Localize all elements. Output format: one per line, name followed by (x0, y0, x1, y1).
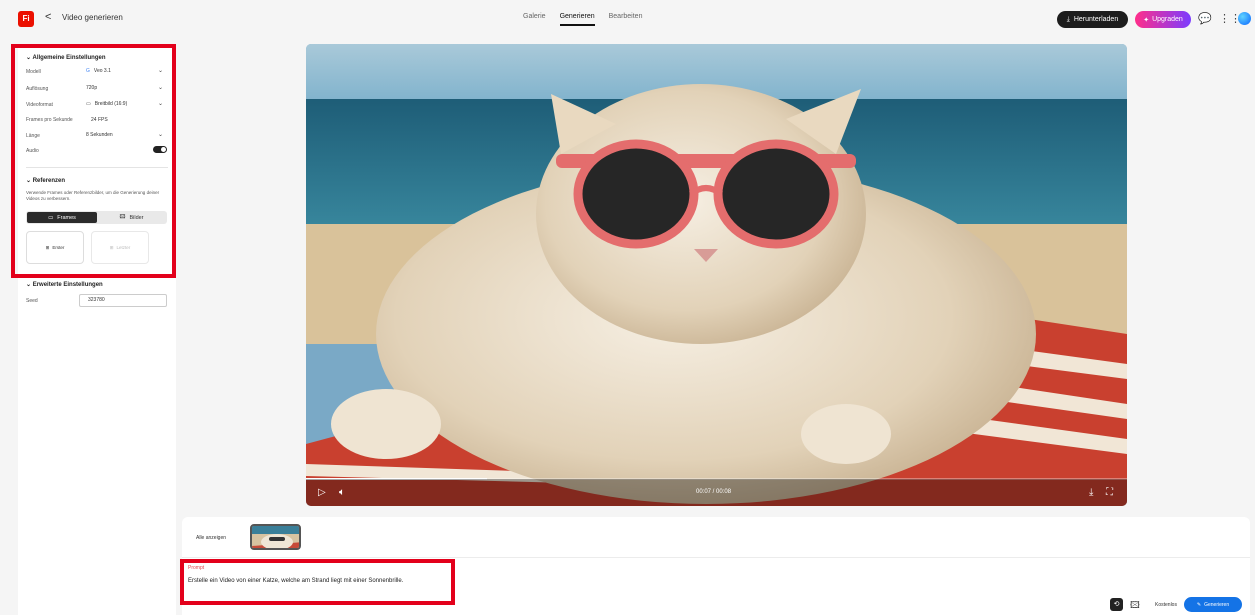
top-bar: Fi < Video generieren Galerie Generieren… (0, 0, 1255, 38)
sparkle-icon: ✦ (1143, 16, 1150, 24)
edit-icon: ✎ (1196, 601, 1202, 608)
credits-icon[interactable]: ⟲ (1110, 598, 1123, 611)
page-title: Video generieren (62, 13, 123, 22)
video-frame-image (306, 44, 1127, 506)
tab-galerie[interactable]: Galerie (523, 13, 546, 26)
generate-button[interactable]: ✎ Generieren (1184, 597, 1242, 612)
highlight-prompt (180, 559, 455, 605)
tab-bearbeiten[interactable]: Bearbeiten (609, 13, 643, 26)
content-label: Kostenlos (1155, 602, 1177, 608)
download-label: Herunterladen (1073, 16, 1119, 23)
video-player[interactable]: ▷ 🔈︎ 00:07 / 00:08 ⤓ ⛶ (306, 44, 1127, 506)
advanced-settings-heading[interactable]: ⌄ Erweiterte Einstellungen (26, 281, 103, 288)
generation-thumbnail[interactable] (250, 524, 301, 550)
app-logo[interactable]: Fi (18, 11, 34, 27)
tab-generieren[interactable]: Generieren (559, 13, 595, 26)
upgrade-label: Upgraden (1152, 16, 1183, 23)
back-arrow-icon[interactable]: < (45, 11, 51, 23)
play-icon[interactable]: ▷ (318, 487, 326, 498)
divider (182, 557, 1250, 558)
volume-icon[interactable]: 🔈︎ (339, 487, 345, 498)
seed-input[interactable]: 323780 (79, 294, 167, 307)
chat-icon[interactable]: 💬 (1198, 12, 1212, 25)
show-all-link[interactable]: Alle anzeigen (196, 535, 226, 541)
upgrade-button[interactable]: ✦ Upgraden (1135, 11, 1191, 28)
chevron-down-icon: ⌄ (26, 282, 32, 288)
avatar[interactable] (1238, 12, 1251, 25)
highlight-settings (11, 44, 176, 278)
download-icon[interactable]: ⤓ (1089, 487, 1093, 498)
main-tabs: Galerie Generieren Bearbeiten (523, 13, 642, 26)
thumbnail-image (252, 526, 299, 548)
download-button[interactable]: ⤓ Herunterladen (1057, 11, 1128, 28)
seed-label: Seed (26, 298, 38, 304)
video-time: 00:07 / 00:08 (696, 489, 732, 495)
fullscreen-icon[interactable]: ⛶ (1106, 487, 1113, 498)
download-icon: ⤓ (1066, 15, 1070, 23)
content-credentials-icon[interactable]: 🖾 (1130, 598, 1140, 614)
